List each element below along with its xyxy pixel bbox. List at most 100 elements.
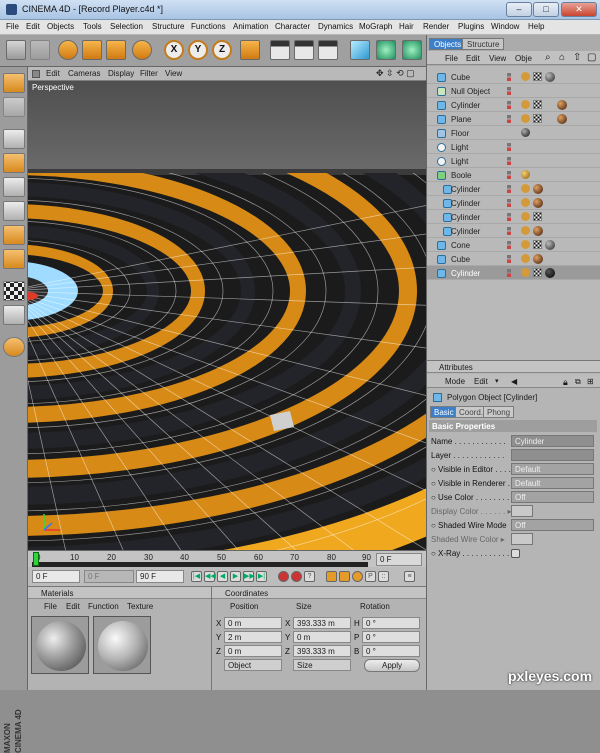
up-arrow-icon[interactable]: ⇧ <box>573 52 581 63</box>
go-to-start-icon[interactable]: |◀ <box>191 571 202 582</box>
menu-selection[interactable]: Selection <box>110 22 143 31</box>
add-cube-icon[interactable] <box>350 40 370 60</box>
size-z-field[interactable]: 393.333 m <box>293 645 351 657</box>
dropdown-arrow-icon[interactable]: ▾ <box>495 377 499 385</box>
end-frame-field[interactable]: 90 F <box>136 570 184 583</box>
material-swatch[interactable] <box>93 616 151 674</box>
tab-objects[interactable]: Objects <box>429 38 467 50</box>
record-position-icon[interactable] <box>326 571 337 582</box>
phong-tag-icon[interactable] <box>521 254 530 263</box>
list-item[interactable]: Cube <box>427 70 600 84</box>
viewport-menu-cameras[interactable]: Cameras <box>68 69 100 78</box>
maximize-panel-icon[interactable]: ▢ <box>587 52 596 63</box>
use-points-tool-icon[interactable] <box>3 177 25 197</box>
objects-menu-file[interactable]: File <box>445 54 458 63</box>
rotation-b-field[interactable]: 0 ° <box>362 645 420 657</box>
timeline-settings-icon[interactable]: ≡ <box>404 571 415 582</box>
menu-tools[interactable]: Tools <box>83 22 102 31</box>
tab-phong[interactable]: Phong <box>483 406 515 418</box>
rotation-h-field[interactable]: 0 ° <box>362 617 420 629</box>
add-array-icon[interactable] <box>402 40 422 60</box>
size-y-field[interactable]: 0 m <box>293 631 351 643</box>
material-tag-icon[interactable] <box>521 170 530 179</box>
menu-plugins[interactable]: Plugins <box>458 22 484 31</box>
live-selection-icon[interactable] <box>58 40 78 60</box>
menu-mograph[interactable]: MoGraph <box>359 22 392 31</box>
visibility-dots-icon[interactable] <box>507 269 511 277</box>
previous-key-icon[interactable]: ◀◀ <box>204 571 216 582</box>
layer-field[interactable] <box>511 449 594 461</box>
display-color-swatch[interactable] <box>511 505 533 517</box>
list-item[interactable]: Plane <box>427 112 600 126</box>
menu-functions[interactable]: Functions <box>191 22 226 31</box>
apply-button[interactable]: Apply <box>364 659 420 672</box>
list-item-selected[interactable]: Cylinder <box>427 266 600 280</box>
lock-icon[interactable]: 🔒︎ <box>563 377 568 388</box>
phong-tag-icon[interactable] <box>521 198 530 207</box>
material-tag-icon[interactable] <box>533 184 543 194</box>
material-tag-icon[interactable] <box>557 100 567 110</box>
attributes-menu-edit[interactable]: Edit <box>474 377 488 386</box>
redo-icon[interactable] <box>30 40 50 60</box>
visibility-dots-icon[interactable] <box>507 227 511 235</box>
workplane-icon[interactable] <box>3 305 25 325</box>
visibility-dots-icon[interactable] <box>507 171 511 179</box>
material-tag-icon[interactable] <box>557 114 567 124</box>
use-polygons-tool-icon[interactable] <box>3 225 25 245</box>
close-button[interactable]: ✕ <box>561 2 597 17</box>
texture-tag-icon[interactable] <box>533 72 542 81</box>
use-axis-tool-icon[interactable] <box>3 153 25 173</box>
position-x-field[interactable]: 0 m <box>224 617 282 629</box>
use-color-dropdown[interactable]: Off <box>511 491 594 503</box>
phong-tag-icon[interactable] <box>521 184 530 193</box>
materials-menu-function[interactable]: Function <box>88 602 119 611</box>
menu-window[interactable]: Window <box>491 22 519 31</box>
record-point-level-icon[interactable]: :: <box>378 571 389 582</box>
visibility-dots-icon[interactable] <box>507 143 511 151</box>
menu-objects[interactable]: Objects <box>47 22 74 31</box>
materials-menu-texture[interactable]: Texture <box>127 602 153 611</box>
texture-tag-icon[interactable] <box>533 240 542 249</box>
scale-tool-icon[interactable] <box>106 40 126 60</box>
enable-snapping-icon[interactable] <box>3 281 25 301</box>
add-icon[interactable]: ⊞ <box>587 377 594 386</box>
size-x-field[interactable]: 393.333 m <box>293 617 351 629</box>
attributes-menu-mode[interactable]: Mode <box>445 377 465 386</box>
visibility-dots-icon[interactable] <box>507 101 511 109</box>
objects-menu-objects[interactable]: Obje <box>515 54 532 63</box>
add-nurbs-icon[interactable] <box>376 40 396 60</box>
render-picture-viewer-icon[interactable] <box>294 40 314 60</box>
phong-tag-icon[interactable] <box>521 114 530 123</box>
sculpt-icon[interactable] <box>3 337 25 357</box>
preview-range-slider[interactable]: 0 F <box>84 570 134 583</box>
keyframe-selection-icon[interactable]: ? <box>304 571 315 582</box>
list-item[interactable]: Null Object <box>427 84 600 98</box>
menu-animation[interactable]: Animation <box>233 22 269 31</box>
search-icon[interactable]: ⌕ <box>545 52 551 63</box>
position-y-field[interactable]: 2 m <box>224 631 282 643</box>
size-mode-dropdown[interactable]: Size <box>293 659 351 671</box>
list-item[interactable]: Boole <box>427 168 600 182</box>
visible-in-editor-dropdown[interactable]: Default <box>511 463 594 475</box>
viewport-menu-filter[interactable]: Filter <box>140 69 158 78</box>
use-object-tool-icon[interactable] <box>3 97 25 117</box>
record-active-objects-icon[interactable] <box>278 571 289 582</box>
tab-structure[interactable]: Structure <box>462 38 505 50</box>
phong-tag-icon[interactable] <box>521 226 530 235</box>
material-tag-icon[interactable] <box>545 72 555 82</box>
list-item[interactable]: Light <box>427 154 600 168</box>
visibility-dots-icon[interactable] <box>507 73 511 81</box>
record-scale-icon[interactable] <box>339 571 350 582</box>
phong-tag-icon[interactable] <box>521 212 530 221</box>
start-frame-field[interactable]: 0 F <box>32 570 80 583</box>
texture-tag-icon[interactable] <box>533 100 542 109</box>
new-panel-icon[interactable]: ⧉ <box>575 377 581 387</box>
material-tag-icon[interactable] <box>533 226 543 236</box>
maximize-button[interactable]: □ <box>533 2 559 17</box>
z-axis-lock-icon[interactable]: Z <box>212 40 232 60</box>
coordinate-mode-dropdown[interactable]: Object <box>224 659 282 671</box>
tab-basic[interactable]: Basic <box>430 406 458 418</box>
use-texture-tool-icon[interactable] <box>3 129 25 149</box>
material-tag-icon[interactable] <box>533 254 543 264</box>
back-arrow-icon[interactable]: ◀ <box>511 377 517 386</box>
